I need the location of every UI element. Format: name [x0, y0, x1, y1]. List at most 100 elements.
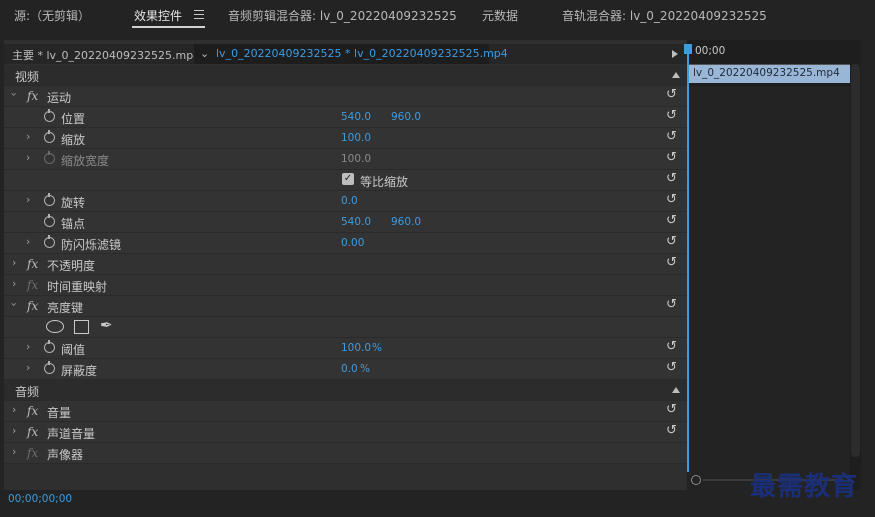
chevron-expand-icon[interactable]: › — [26, 235, 30, 248]
mask-tools-row: ✒ — [4, 316, 687, 338]
timeline-timecode: 00;00 — [695, 45, 726, 57]
tab-effect-controls[interactable]: 效果控件 — [134, 7, 182, 24]
anti-flicker-value[interactable]: 0.00 — [341, 237, 364, 249]
vertical-scrollbar[interactable] — [851, 64, 860, 457]
effect-channel-volume[interactable]: › fx 声道音量 ↺ — [4, 422, 687, 443]
chevron-expand-icon[interactable]: › — [26, 151, 30, 164]
reset-icon[interactable]: ↺ — [666, 171, 677, 186]
property-scale-width: › 缩放宽度 100.0 ↺ — [4, 149, 687, 170]
anchor-y-value[interactable]: 960.0 — [391, 216, 421, 228]
chevron-expand-icon[interactable]: › — [26, 340, 30, 353]
stopwatch-icon[interactable] — [44, 130, 55, 143]
tab-metadata[interactable]: 元数据 — [482, 7, 518, 24]
show-timeline-toggle-icon[interactable] — [672, 50, 678, 58]
reset-icon[interactable]: ↺ — [666, 213, 677, 228]
effect-label: 运动 — [47, 91, 72, 105]
section-label: 视频 — [15, 70, 40, 84]
reset-icon[interactable]: ↺ — [666, 423, 677, 438]
reset-icon[interactable]: ↺ — [666, 150, 677, 165]
chevron-down-icon[interactable]: ⌄ — [200, 47, 209, 60]
fx-icon[interactable]: fx — [27, 299, 38, 313]
timeline-track-area[interactable] — [687, 86, 850, 490]
effect-motion[interactable]: › fx 运动 ↺ — [4, 86, 687, 107]
stopwatch-icon[interactable] — [44, 214, 55, 227]
chevron-expand-icon[interactable]: › — [12, 277, 16, 290]
video-section-header: 视频 — [4, 65, 687, 86]
uniform-scale-checkbox[interactable]: ✓ — [342, 173, 354, 185]
reset-icon[interactable]: ↺ — [666, 129, 677, 144]
sequence-clip-label[interactable]: lv_0_20220409232525 * lv_0_2022040923252… — [216, 47, 508, 60]
reset-icon[interactable]: ↺ — [666, 192, 677, 207]
collapse-section-icon[interactable] — [672, 72, 680, 78]
master-clip-label[interactable]: 主要 * lv_0_20220409232525.mp4 — [12, 47, 200, 63]
playhead-handle[interactable] — [684, 44, 692, 54]
threshold-value[interactable]: 100.0 — [341, 342, 371, 354]
effect-opacity[interactable]: › fx 不透明度 ↺ — [4, 254, 687, 275]
rotation-value[interactable]: 0.0 — [341, 195, 358, 207]
stopwatch-icon[interactable] — [44, 340, 55, 353]
property-label: 锚点 — [61, 217, 86, 231]
effect-timeline[interactable]: 00;00 lv_0_20220409232525.mp4 — [684, 40, 861, 490]
current-timecode[interactable]: 00;00;00;00 — [8, 493, 72, 505]
panel-menu-icon[interactable] — [194, 7, 204, 22]
chevron-expand-icon[interactable]: › — [12, 256, 16, 269]
stopwatch-icon[interactable] — [44, 193, 55, 206]
fx-icon[interactable]: fx — [27, 404, 38, 418]
collapse-section-icon[interactable] — [672, 387, 680, 393]
chevron-expand-icon[interactable]: › — [12, 445, 16, 458]
fx-icon[interactable]: fx — [27, 425, 38, 439]
reset-icon[interactable]: ↺ — [666, 87, 677, 102]
rectangle-mask-icon[interactable] — [74, 320, 89, 334]
property-label: 屏蔽度 — [61, 364, 98, 378]
reset-icon[interactable]: ↺ — [666, 108, 677, 123]
time-ruler[interactable] — [687, 58, 850, 65]
chevron-expand-icon[interactable]: › — [12, 424, 16, 437]
reset-icon[interactable]: ↺ — [666, 255, 677, 270]
cutoff-unit: % — [360, 363, 370, 375]
effect-controls-panel: 主要 * lv_0_20220409232525.mp4 ⌄ lv_0_2022… — [4, 40, 861, 510]
fx-icon[interactable]: fx — [27, 89, 38, 103]
effect-luma-key[interactable]: › fx 亮度键 ↺ — [4, 296, 687, 317]
chevron-expand-icon[interactable]: › — [26, 130, 30, 143]
position-x-value[interactable]: 540.0 — [341, 111, 371, 123]
stopwatch-icon[interactable] — [44, 361, 55, 374]
reset-icon[interactable]: ↺ — [666, 402, 677, 417]
pen-mask-icon[interactable]: ✒ — [100, 316, 113, 334]
position-y-value[interactable]: 960.0 — [391, 111, 421, 123]
chevron-expand-icon[interactable]: › — [12, 403, 16, 416]
effect-volume[interactable]: › fx 音量 ↺ — [4, 401, 687, 422]
tab-audio-clip-mixer[interactable]: 音频剪辑混合器: lv_0_20220409232525 — [228, 7, 457, 24]
chevron-expand-icon[interactable]: › — [26, 193, 30, 206]
timeline-clip[interactable]: lv_0_20220409232525.mp4 — [689, 65, 850, 83]
scale-width-value: 100.0 — [341, 153, 372, 165]
property-anchor-point: 锚点 540.0 960.0 ↺ — [4, 212, 687, 233]
reset-icon[interactable]: ↺ — [666, 339, 677, 354]
playhead[interactable] — [684, 44, 692, 472]
sequence-clip-tab[interactable]: ⌄ lv_0_20220409232525 * lv_0_20220409232… — [194, 44, 508, 64]
chevron-expand-icon[interactable]: › — [26, 361, 30, 374]
active-tab-indicator — [132, 26, 205, 28]
chevron-expand-icon[interactable]: › — [8, 92, 21, 96]
effect-label: 亮度键 — [47, 301, 84, 315]
stopwatch-icon[interactable] — [44, 235, 55, 248]
reset-icon[interactable]: ↺ — [666, 297, 677, 312]
reset-icon[interactable]: ↺ — [666, 234, 677, 249]
cutoff-value[interactable]: 0.0 — [341, 363, 358, 375]
reset-icon[interactable]: ↺ — [666, 360, 677, 375]
scale-value[interactable]: 100.0 — [341, 132, 371, 144]
zoom-scroll-handle[interactable] — [691, 475, 701, 485]
ellipse-mask-icon[interactable] — [46, 320, 64, 333]
tab-audio-track-mixer[interactable]: 音轨混合器: lv_0_20220409232525 — [562, 7, 767, 24]
property-cutoff: › 屏蔽度 0.0 % ↺ — [4, 359, 687, 380]
anchor-x-value[interactable]: 540.0 — [341, 216, 371, 228]
chevron-expand-icon[interactable]: › — [8, 302, 21, 306]
tab-source[interactable]: 源:（无剪辑） — [14, 7, 90, 24]
section-label: 音频 — [15, 385, 40, 399]
fx-icon[interactable]: fx — [27, 257, 38, 271]
stopwatch-icon[interactable] — [44, 109, 55, 122]
threshold-unit: % — [372, 342, 382, 354]
effect-time-remapping[interactable]: › fx 时间重映射 — [4, 275, 687, 296]
clip-name: lv_0_20220409232525.mp4 — [693, 67, 840, 79]
property-rotation: › 旋转 0.0 ↺ — [4, 191, 687, 212]
effect-panner[interactable]: › fx 声像器 — [4, 443, 687, 464]
